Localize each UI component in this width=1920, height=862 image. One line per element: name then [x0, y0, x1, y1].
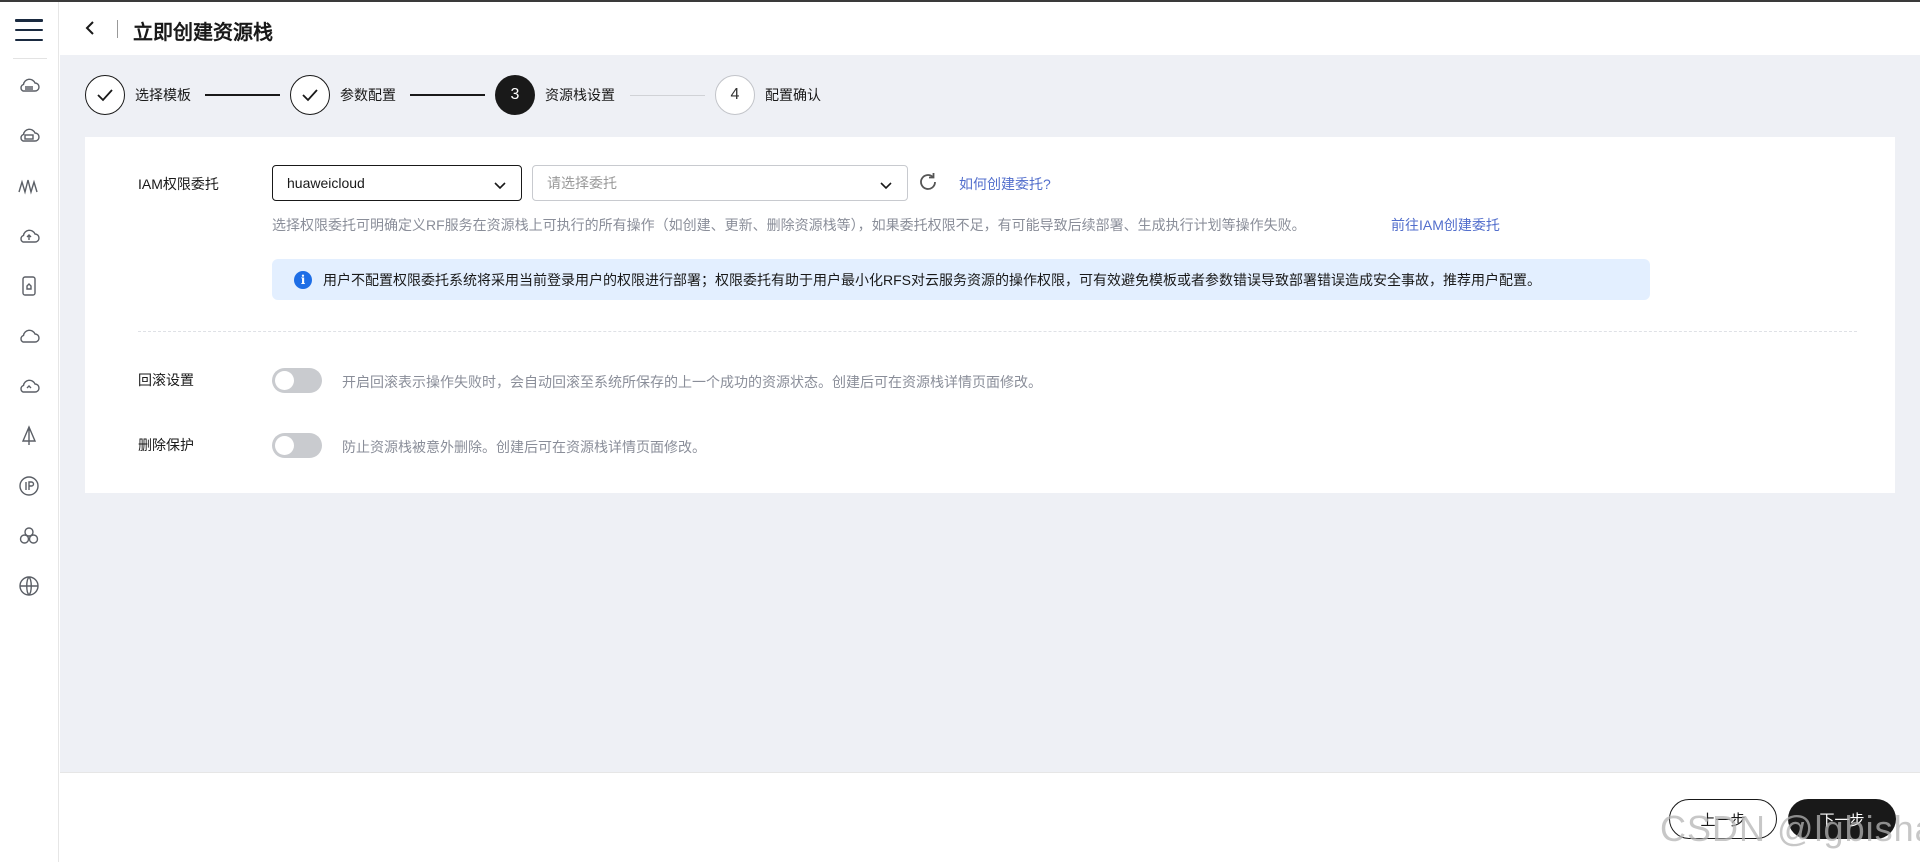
agency-select-placeholder: 请选择委托 [547, 175, 617, 191]
rollback-label: 回滚设置 [138, 372, 194, 388]
cloud-icon[interactable] [15, 322, 43, 350]
info-notice: i 用户不配置权限委托系统将采用当前登录用户的权限进行部署；权限委托有助于用户最… [272, 259, 1650, 300]
step-connector [630, 95, 705, 96]
step-1-label: 选择模板 [135, 87, 191, 103]
step-3-number: 3 [495, 75, 535, 115]
stack-settings-card: IAM权限委托 huaweicloud 请选择委托 如何创建委托? 选择权限委托… [85, 137, 1895, 493]
toggle-knob [275, 436, 294, 455]
page-header: 立即创建资源栈 [60, 2, 1920, 55]
step-3-label: 资源栈设置 [545, 87, 615, 103]
chevron-down-icon [493, 178, 506, 190]
storage-device-icon[interactable] [15, 272, 43, 300]
sidebar-divider [13, 58, 47, 59]
header-divider [117, 20, 118, 38]
cloud-sync-icon[interactable] [15, 372, 43, 400]
provider-select-value: huaweicloud [287, 175, 365, 191]
how-to-create-agency-link[interactable]: 如何创建委托? [959, 174, 1051, 194]
delete-protection-description: 防止资源栈被意外删除。创建后可在资源栈详情页面修改。 [342, 439, 706, 455]
section-divider [138, 331, 1857, 332]
cloud-upload-icon[interactable] [15, 222, 43, 250]
info-notice-text: 用户不配置权限委托系统将采用当前登录用户的权限进行部署；权限委托有助于用户最小化… [323, 271, 1541, 288]
step-connector [410, 94, 485, 96]
go-to-iam-link[interactable]: 前往IAM创建委托 [1391, 215, 1500, 235]
step-4-label: 配置确认 [765, 87, 821, 103]
globe-icon[interactable] [15, 572, 43, 600]
watermark: CSDN @lgbisha [1660, 808, 1920, 849]
iam-help-text: 选择权限委托可明确定义RF服务在资源栈上可执行的所有操作（如创建、更新、删除资源… [272, 217, 1306, 233]
iam-label: IAM权限委托 [138, 176, 219, 192]
provider-select[interactable]: huaweicloud [272, 165, 522, 201]
sidebar [0, 2, 59, 862]
cloud-server-icon[interactable] [15, 72, 43, 100]
step-connector [205, 94, 280, 96]
step-4-number: 4 [715, 75, 755, 115]
step-1-check-icon [85, 75, 125, 115]
agency-select[interactable]: 请选择委托 [532, 165, 908, 201]
rollback-description: 开启回滚表示操作失败时，会自动回滚至系统所保存的上一个成功的资源状态。创建后可在… [342, 374, 1042, 390]
delete-protection-toggle[interactable] [272, 433, 322, 458]
ip-icon[interactable] [15, 472, 43, 500]
delete-protection-label: 删除保护 [138, 437, 194, 453]
network-node-icon[interactable] [15, 422, 43, 450]
footer-bar: 上一步 下一步 [60, 772, 1920, 862]
cloud-database-icon[interactable] [15, 122, 43, 150]
back-arrow-icon[interactable] [80, 17, 100, 39]
step-2-label: 参数配置 [340, 87, 396, 103]
page-title: 立即创建资源栈 [133, 22, 273, 44]
rollback-toggle[interactable] [272, 368, 322, 393]
refresh-icon[interactable] [917, 171, 941, 195]
toggle-knob [275, 371, 294, 390]
step-2-check-icon [290, 75, 330, 115]
cluster-icon[interactable] [15, 522, 43, 550]
chevron-down-icon [879, 178, 892, 190]
hamburger-menu-icon[interactable] [14, 16, 44, 44]
info-icon: i [294, 270, 312, 289]
monitor-wave-icon[interactable] [15, 172, 43, 200]
